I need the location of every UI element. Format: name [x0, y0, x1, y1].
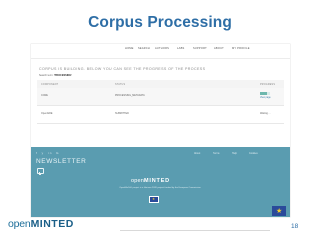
footer-link-cookies[interactable]: Cookies: [249, 152, 258, 155]
nav-item-home[interactable]: HOME: [125, 47, 134, 50]
footer-logo: openMINTED: [131, 178, 170, 184]
openminted-logo: openMINTED: [8, 218, 74, 230]
footer-logo-prefix: open: [131, 178, 145, 184]
googleplus-icon[interactable]: G: [56, 151, 60, 155]
table-header: COMPONENT STATUS PROGRESS: [37, 80, 284, 88]
page-heading: CORPUS IS BUILDING. BELOW YOU CAN SEE TH…: [39, 67, 206, 71]
app-screenshot: HOME SEARCH AUTHORS LABS SUPPORT ABOUT M…: [31, 44, 290, 217]
row-status: SUBMITTED: [115, 112, 129, 115]
eu-flag-icon: [149, 196, 159, 203]
site-footer: f y in G About Terms Help Cookies NEWSLE…: [31, 147, 290, 217]
slide-title: Corpus Processing: [88, 14, 232, 31]
header-status: STATUS: [115, 82, 126, 86]
linkedin-icon[interactable]: in: [48, 151, 53, 155]
footer-logo-brand: MINTED: [144, 178, 170, 184]
table-row: OpenAIRE SUBMITTED Waiting ...: [37, 106, 284, 124]
logo-brand: MINTED: [30, 218, 74, 230]
footer-link-terms[interactable]: Terms: [213, 152, 220, 155]
corpus-value: 'PROCESSING': [54, 74, 72, 77]
nav-item-my-profile[interactable]: MY PROFILE: [232, 47, 250, 50]
row-status: PROCESSING_METADATA: [115, 94, 145, 97]
funding-text: OpenMinTeD project is a Horizon 2020 pro…: [119, 187, 201, 189]
header-progress: PROGRESS: [260, 82, 276, 86]
progress-bar-fill: [260, 92, 267, 95]
chat-icon[interactable]: [37, 168, 44, 175]
nav-item-search[interactable]: SEARCH: [138, 47, 150, 50]
slide-divider: [120, 230, 270, 231]
page-number: 18: [291, 223, 299, 230]
newsletter-title: NEWSLETTER: [36, 158, 87, 165]
corpus-name-line: Search term: 'PROCESSING': [39, 74, 72, 77]
nav-item-labs[interactable]: LABS: [177, 47, 184, 50]
row-component: CORE: [41, 94, 48, 97]
logo-prefix: open: [8, 218, 31, 230]
eu-flag-icon: [272, 206, 286, 216]
facebook-icon[interactable]: f: [36, 151, 38, 155]
footer-link-about[interactable]: About: [194, 152, 200, 155]
social-links: f y in G: [36, 151, 61, 155]
twitter-icon[interactable]: y: [42, 151, 45, 155]
row-progress-text: Waiting ...: [260, 112, 271, 115]
header-component: COMPONENT: [41, 82, 59, 86]
nav-item-authors[interactable]: AUTHORS: [155, 47, 169, 50]
nav-item-about[interactable]: ABOUT: [214, 47, 224, 50]
footer-link-help[interactable]: Help: [232, 152, 237, 155]
progress-table: COMPONENT STATUS PROGRESS CORE PROCESSIN…: [37, 80, 284, 124]
view-page-link[interactable]: View page: [260, 97, 271, 99]
top-navigation: HOME SEARCH AUTHORS LABS SUPPORT ABOUT M…: [31, 44, 290, 59]
table-row: CORE PROCESSING_METADATA View page: [37, 88, 284, 106]
corpus-label: Search term:: [39, 74, 54, 77]
row-component: OpenAIRE: [41, 112, 53, 115]
nav-item-support[interactable]: SUPPORT: [193, 47, 207, 50]
progress-bar: [260, 92, 270, 95]
